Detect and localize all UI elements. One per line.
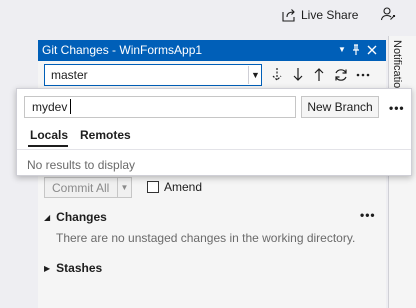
changes-section-header[interactable]: ◢ Changes [44,210,107,224]
more-icon[interactable] [356,66,370,84]
chevron-down-icon[interactable]: ▼ [117,178,131,197]
tab-divider [17,149,411,150]
live-share-label: Live Share [301,8,359,22]
changes-more-icon[interactable]: ••• [360,208,376,222]
tab-remotes[interactable]: Remotes [80,128,131,142]
empty-results-message: No results to display [27,158,136,172]
text-caret [70,99,71,114]
stashes-label: Stashes [56,261,103,275]
stashes-section-header[interactable]: ▶ Stashes [44,261,102,275]
tab-locals[interactable]: Locals [30,128,68,142]
more-icon[interactable]: ••• [389,101,405,115]
dropdown-icon[interactable]: ▼ [336,44,348,56]
branch-value: master [51,68,88,82]
commit-all-label: Commit All [52,180,110,195]
active-tab-indicator [28,145,68,147]
expand-triangle-icon: ▶ [44,263,51,273]
push-icon[interactable] [312,66,326,84]
live-share-button[interactable]: Live Share [282,6,358,24]
feedback-person-icon[interactable] [380,6,396,22]
branch-search-value: mydev [32,100,68,114]
amend-label: Amend [164,180,203,194]
pin-icon[interactable] [350,44,362,56]
changes-message: There are no unstaged changes in the wor… [56,231,356,245]
amend-checkbox[interactable] [147,181,159,193]
new-branch-button[interactable]: New Branch [301,96,379,118]
notifications-tab[interactable]: Notificatio [391,40,403,88]
commit-all-button[interactable]: Commit All ▼ [44,177,132,198]
fetch-icon[interactable] [270,66,284,84]
window-title: Git Changes - WinFormsApp1 [42,43,203,57]
chevron-down-icon[interactable]: ▼ [248,66,262,84]
share-arrow-icon [282,9,295,22]
collapse-triangle-icon: ◢ [44,212,51,222]
sync-icon[interactable] [333,66,349,84]
git-toolbar [270,66,370,84]
pull-icon[interactable] [291,66,305,84]
changes-label: Changes [56,210,107,224]
close-icon[interactable] [366,44,378,56]
